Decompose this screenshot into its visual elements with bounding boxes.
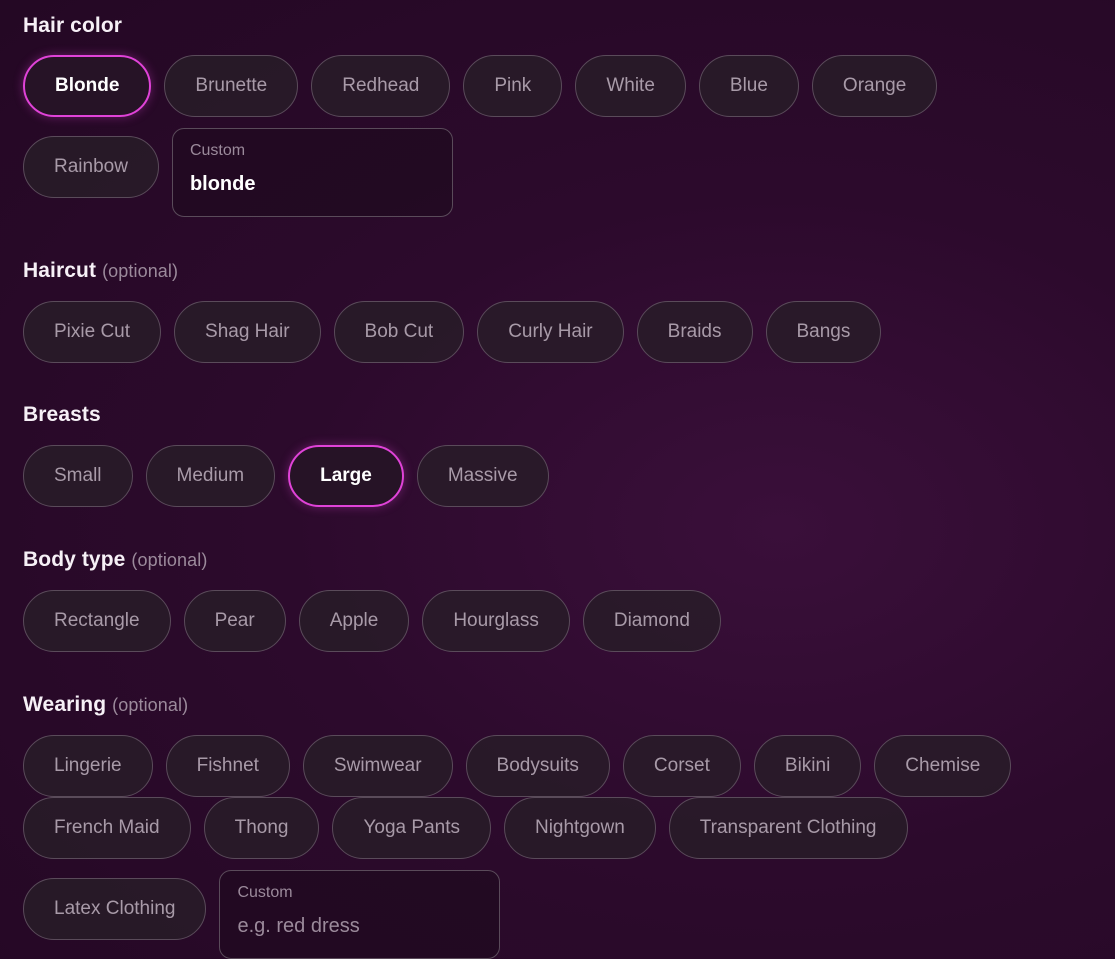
chip-shag-hair[interactable]: Shag Hair [174, 301, 321, 363]
haircut-heading: Haircut (optional) [23, 257, 1115, 285]
chip-nightgown[interactable]: Nightgown [503, 797, 656, 859]
haircut-title: Haircut [23, 259, 97, 282]
haircut-section: Haircut (optional) Pixie Cut Shag Hair Bo… [23, 257, 1115, 363]
chip-latex-clothing[interactable]: Latex Clothing [23, 878, 207, 940]
chip-large[interactable]: Large [288, 445, 404, 507]
chip-bikini[interactable]: Bikini [753, 735, 862, 797]
chip-brunette[interactable]: Brunette [164, 55, 299, 117]
optional-label: (optional) [131, 550, 208, 570]
body-type-options: Rectangle Pear Apple Hourglass Diamond [23, 590, 1108, 652]
row-break [23, 859, 1108, 878]
wearing-custom-input[interactable] [237, 915, 478, 938]
chip-blonde[interactable]: Blonde [23, 55, 152, 117]
breasts-title: Breasts [23, 403, 101, 426]
optional-label: (optional) [102, 261, 179, 281]
chip-rectangle[interactable]: Rectangle [23, 590, 171, 652]
chip-bangs[interactable]: Bangs [765, 301, 882, 363]
chip-pear[interactable]: Pear [183, 590, 286, 652]
wearing-custom-field[interactable]: Custom [219, 870, 501, 959]
chip-bob-cut[interactable]: Bob Cut [333, 301, 465, 363]
chip-thong[interactable]: Thong [203, 797, 320, 859]
chip-chemise[interactable]: Chemise [874, 735, 1012, 797]
chip-yoga-pants[interactable]: Yoga Pants [332, 797, 491, 859]
hair-color-section: Hair color Blonde Brunette Redhead Pink … [23, 12, 1115, 217]
chip-pink[interactable]: Pink [463, 55, 563, 117]
hair-color-title: Hair color [23, 14, 123, 37]
hair-color-heading: Hair color [23, 12, 1115, 40]
hair-color-custom-input[interactable] [189, 173, 430, 196]
chip-rainbow[interactable]: Rainbow [23, 136, 159, 198]
chip-curly-hair[interactable]: Curly Hair [477, 301, 624, 363]
chip-corset[interactable]: Corset [622, 735, 741, 797]
chip-bodysuits[interactable]: Bodysuits [465, 735, 610, 797]
breasts-heading: Breasts [23, 401, 1115, 429]
hair-color-custom-field[interactable]: Custom [171, 128, 453, 217]
wearing-options: Lingerie Fishnet Swimwear Bodysuits Cors… [23, 735, 1108, 959]
custom-label: Custom [189, 142, 246, 159]
chip-medium[interactable]: Medium [145, 445, 276, 507]
breasts-section: Breasts Small Medium Large Massive [23, 401, 1115, 507]
chip-massive[interactable]: Massive [416, 445, 549, 507]
chip-swimwear[interactable]: Swimwear [302, 735, 453, 797]
breasts-options: Small Medium Large Massive [23, 445, 1108, 507]
chip-pixie-cut[interactable]: Pixie Cut [23, 301, 162, 363]
custom-label: Custom [237, 884, 293, 901]
chip-lingerie[interactable]: Lingerie [23, 735, 153, 797]
chip-fishnet[interactable]: Fishnet [165, 735, 290, 797]
body-type-section: Body type (optional) Rectangle Pear Apple… [23, 546, 1115, 652]
chip-braids[interactable]: Braids [636, 301, 753, 363]
chip-apple[interactable]: Apple [298, 590, 410, 652]
wearing-heading: Wearing (optional) [23, 691, 1115, 719]
chip-redhead[interactable]: Redhead [311, 55, 451, 117]
chip-transparent-clothing[interactable]: Transparent Clothing [668, 797, 908, 859]
wearing-title: Wearing [23, 693, 107, 716]
chip-small[interactable]: Small [23, 445, 133, 507]
body-type-title: Body type [23, 548, 126, 571]
hair-color-options: Blonde Brunette Redhead Pink White Blue … [23, 55, 1108, 217]
haircut-options: Pixie Cut Shag Hair Bob Cut Curly Hair B… [23, 301, 1108, 363]
optional-label: (optional) [112, 695, 189, 715]
body-type-heading: Body type (optional) [23, 546, 1115, 574]
chip-hourglass[interactable]: Hourglass [422, 590, 570, 652]
chip-diamond[interactable]: Diamond [582, 590, 721, 652]
wearing-section: Wearing (optional) Lingerie Fishnet Swimw… [23, 691, 1115, 959]
chip-white[interactable]: White [575, 55, 686, 117]
chip-french-maid[interactable]: French Maid [23, 797, 191, 859]
chip-blue[interactable]: Blue [698, 55, 799, 117]
chip-orange[interactable]: Orange [811, 55, 938, 117]
